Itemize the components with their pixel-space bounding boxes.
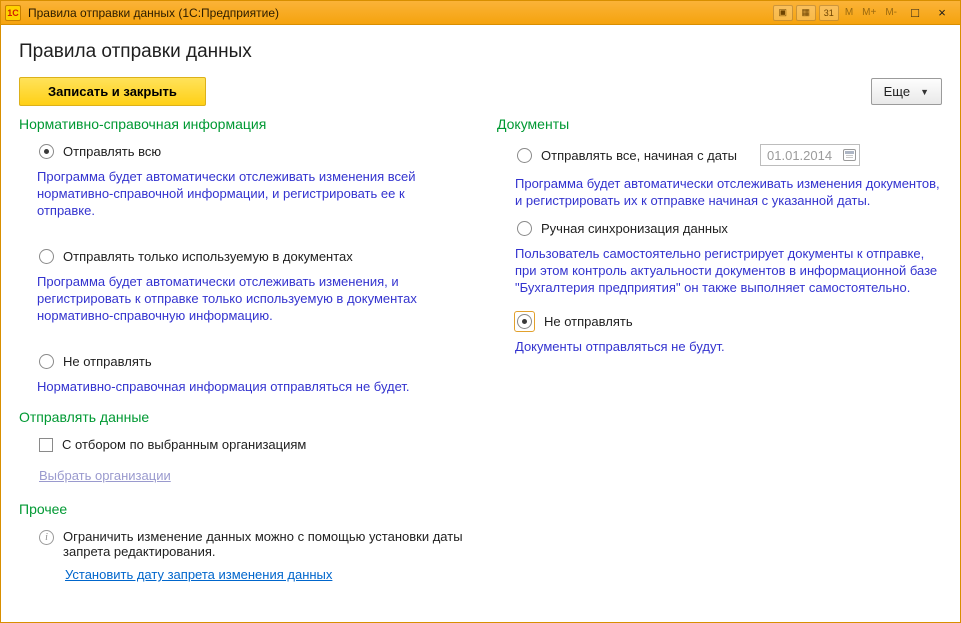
memory-m-plus-button[interactable]: М+ — [859, 7, 879, 18]
checkbox[interactable] — [39, 438, 53, 452]
select-organizations-link[interactable]: Выбрать организации — [39, 468, 171, 483]
titlebar: 1С Правила отправки данных (1С:Предприят… — [1, 1, 960, 25]
radio-button[interactable] — [517, 221, 532, 236]
save-and-close-button[interactable]: Записать и закрыть — [19, 77, 206, 106]
more-button-label: Еще — [884, 84, 910, 99]
section-heading-documents: Документы — [497, 116, 942, 132]
radio-button[interactable] — [39, 354, 54, 369]
option-note: Программа будет автоматически отслеживат… — [37, 168, 445, 219]
radio-button[interactable] — [39, 144, 54, 159]
more-button[interactable]: Еще ▼ — [871, 78, 942, 105]
calendar-picker-icon[interactable] — [843, 149, 856, 161]
option-note: Программа будет автоматически отслеживат… — [515, 175, 942, 209]
radio-row-nsi-send-all[interactable]: Отправлять всю — [39, 144, 471, 159]
radio-button[interactable] — [39, 249, 54, 264]
memory-m-minus-button[interactable]: М- — [882, 7, 900, 18]
form-content: Правила отправки данных Записать и закры… — [1, 25, 960, 622]
radio-row-nsi-send-used[interactable]: Отправлять только используемую в докумен… — [39, 249, 471, 264]
radio-label[interactable]: Отправлять всю — [63, 144, 161, 159]
radio-button[interactable] — [517, 148, 532, 163]
start-date-input[interactable] — [767, 148, 833, 163]
1c-logo-icon: 1С — [5, 5, 21, 21]
option-note: Пользователь самостоятельно регистрирует… — [515, 245, 942, 296]
memory-m-button[interactable]: М — [842, 7, 856, 18]
page-title: Правила отправки данных — [19, 41, 942, 63]
section-heading-send-data: Отправлять данные — [19, 409, 471, 425]
section-heading-other: Прочее — [19, 501, 471, 517]
toolbar: Записать и закрыть Еще ▼ — [19, 77, 942, 106]
titlebar-buttons: ▣ ▦ 31 М М+ М- □ × — [773, 4, 954, 22]
start-date-field[interactable] — [760, 144, 860, 166]
radio-row-docs-manual-sync[interactable]: Ручная синхронизация данных — [517, 221, 942, 236]
radio-label[interactable]: Отправлять только используемую в докумен… — [63, 249, 353, 264]
focus-ring — [514, 311, 535, 332]
option-note: Программа будет автоматически отслеживат… — [37, 273, 445, 324]
app-window: 1С Правила отправки данных (1С:Предприят… — [0, 0, 961, 623]
info-icon: i — [39, 530, 54, 545]
radio-label[interactable]: Ручная синхронизация данных — [541, 221, 728, 236]
columns: Нормативно-справочная информация Отправл… — [19, 114, 942, 584]
window-title: Правила отправки данных (1С:Предприятие) — [28, 6, 279, 20]
section-heading-nsi: Нормативно-справочная информация — [19, 116, 471, 132]
radio-row-docs-send-from-date[interactable]: Отправлять все, начиная с даты — [517, 144, 942, 166]
set-date-ban-link[interactable]: Установить дату запрета изменения данных — [65, 567, 332, 582]
service-window-icon[interactable]: ▣ — [773, 5, 793, 21]
option-note: Нормативно-справочная информация отправл… — [37, 378, 445, 395]
calendar-icon[interactable]: 31 — [819, 5, 839, 21]
checkbox-row-filter-by-org[interactable]: С отбором по выбранным организациям — [39, 437, 471, 452]
checkbox-label[interactable]: С отбором по выбранным организациям — [62, 437, 306, 452]
radio-label[interactable]: Не отправлять — [544, 314, 633, 329]
close-button[interactable]: × — [930, 4, 954, 22]
radio-label[interactable]: Отправлять все, начиная с даты — [541, 148, 737, 163]
calculator-icon[interactable]: ▦ — [796, 5, 816, 21]
info-row: i Ограничить изменение данных можно с по… — [39, 529, 471, 559]
radio-row-docs-dont-send[interactable]: Не отправлять — [517, 314, 942, 329]
column-documents: Документы Отправлять все, начиная с даты… — [497, 114, 942, 584]
chevron-down-icon: ▼ — [920, 87, 929, 97]
radio-label[interactable]: Не отправлять — [63, 354, 152, 369]
column-reference-info: Нормативно-справочная информация Отправл… — [19, 114, 471, 584]
radio-row-nsi-dont-send[interactable]: Не отправлять — [39, 354, 471, 369]
radio-button[interactable] — [517, 314, 532, 329]
maximize-button[interactable]: □ — [903, 4, 927, 22]
info-text: Ограничить изменение данных можно с помо… — [63, 529, 471, 559]
option-note: Документы отправляться не будут. — [515, 338, 942, 355]
